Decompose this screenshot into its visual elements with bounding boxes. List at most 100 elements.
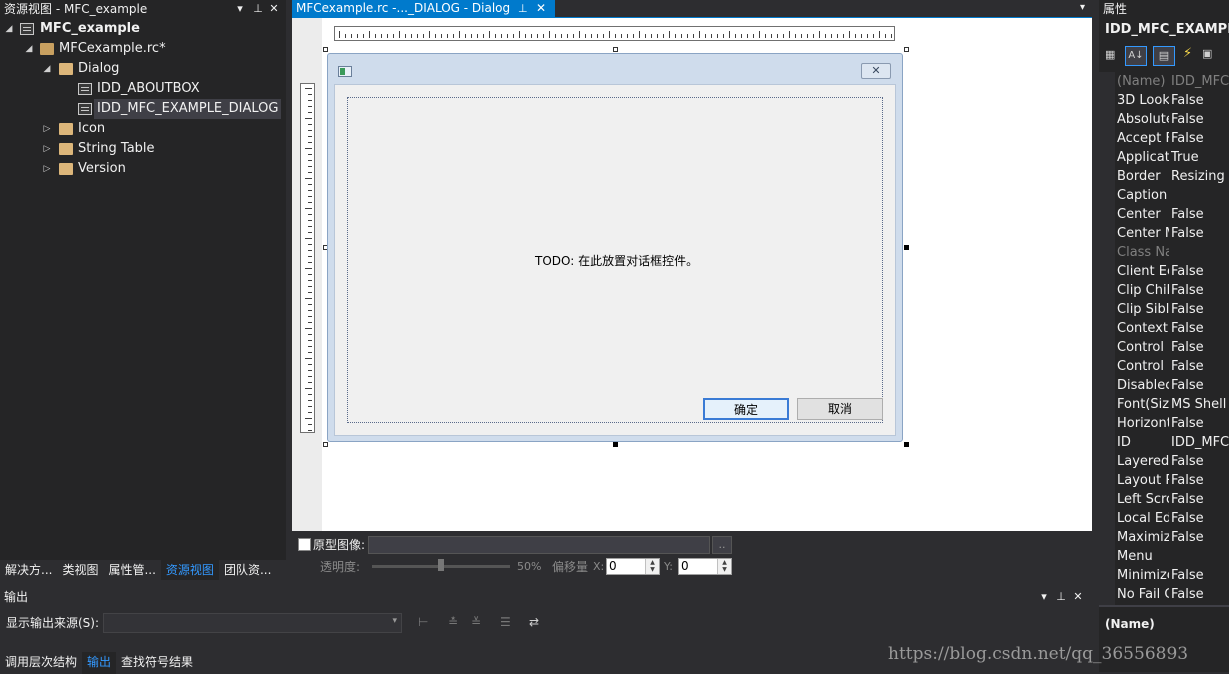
resize-handle[interactable] bbox=[613, 442, 618, 447]
word-wrap-icon[interactable]: ⇄ bbox=[529, 615, 539, 629]
clear-all-icon[interactable]: ☰ bbox=[500, 615, 511, 629]
offset-x-spinner[interactable]: 0 ▲ ▼ bbox=[606, 558, 660, 575]
tree-item-project[interactable]: ◢ MFC_example bbox=[0, 19, 286, 39]
property-row[interactable]: Client Ec False bbox=[1115, 262, 1229, 281]
property-value[interactable]: False bbox=[1171, 585, 1229, 604]
tab-team-explorer[interactable]: 团队资... bbox=[219, 560, 276, 580]
property-value[interactable]: False bbox=[1171, 509, 1229, 528]
dialog-close-icon[interactable]: ✕ bbox=[861, 63, 891, 79]
previous-message-icon[interactable]: ≛ bbox=[448, 615, 458, 629]
output-source-dropdown[interactable]: ▾ bbox=[103, 613, 402, 633]
collapse-icon[interactable]: ◢ bbox=[42, 59, 52, 79]
property-row[interactable]: Layout R False bbox=[1115, 471, 1229, 490]
property-row[interactable]: Menu bbox=[1115, 547, 1229, 566]
horizontal-ruler[interactable] bbox=[334, 26, 895, 41]
expand-icon[interactable]: ▷ bbox=[42, 159, 52, 179]
property-row[interactable]: ID IDD_MFC_ bbox=[1115, 433, 1229, 452]
property-row[interactable]: Applicat True bbox=[1115, 148, 1229, 167]
property-value[interactable]: False bbox=[1171, 91, 1229, 110]
property-row[interactable]: Layered False bbox=[1115, 452, 1229, 471]
expand-icon[interactable]: ▷ bbox=[42, 139, 52, 159]
tab-class-view[interactable]: 类视图 bbox=[57, 560, 103, 580]
property-value[interactable]: False bbox=[1171, 224, 1229, 243]
property-value[interactable]: False bbox=[1171, 471, 1229, 490]
property-value[interactable]: False bbox=[1171, 566, 1229, 585]
dialog-preview[interactable]: ✕ TODO: 在此放置对话框控件。 确定 取消 bbox=[327, 53, 903, 442]
find-message-icon[interactable]: ⊢ bbox=[418, 615, 428, 629]
property-value[interactable]: False bbox=[1171, 414, 1229, 433]
collapse-icon[interactable]: ◢ bbox=[4, 19, 14, 39]
spinner-arrows-icon[interactable]: ▲ ▼ bbox=[717, 559, 731, 574]
properties-icon[interactable]: ▤ bbox=[1153, 46, 1175, 66]
tree-item-main-dialog[interactable]: IDD_MFC_EXAMPLE_DIALOG bbox=[0, 99, 286, 119]
property-row[interactable]: Control False bbox=[1115, 357, 1229, 376]
property-row[interactable]: Left Scro False bbox=[1115, 490, 1229, 509]
property-row[interactable]: Class Na bbox=[1115, 243, 1229, 262]
categorized-icon[interactable]: ▦ bbox=[1105, 48, 1119, 62]
property-value[interactable]: IDD_MFC_ bbox=[1171, 72, 1229, 91]
resize-handle[interactable] bbox=[904, 245, 909, 250]
property-row[interactable]: Control False bbox=[1115, 338, 1229, 357]
property-row[interactable]: No Fail C False bbox=[1115, 585, 1229, 604]
ok-button[interactable]: 确定 bbox=[703, 398, 789, 420]
splitter[interactable] bbox=[1099, 605, 1229, 607]
property-value[interactable]: True bbox=[1171, 148, 1229, 167]
property-value[interactable]: False bbox=[1171, 528, 1229, 547]
resize-handle[interactable] bbox=[323, 442, 328, 447]
events-icon[interactable]: ⚡ bbox=[1183, 46, 1192, 61]
property-value[interactable]: False bbox=[1171, 357, 1229, 376]
property-row[interactable]: 3D Look False bbox=[1115, 91, 1229, 110]
tree-item-dialog-folder[interactable]: ◢ Dialog bbox=[0, 59, 286, 79]
dropdown-icon[interactable]: ▾ bbox=[1036, 588, 1052, 606]
property-value[interactable]: False bbox=[1171, 262, 1229, 281]
property-row[interactable]: Accept F False bbox=[1115, 129, 1229, 148]
property-value[interactable]: False bbox=[1171, 129, 1229, 148]
property-value[interactable]: False bbox=[1171, 319, 1229, 338]
collapse-icon[interactable]: ◢ bbox=[24, 39, 34, 59]
tree-item-rc-file[interactable]: ◢ MFCexample.rc* bbox=[0, 39, 286, 59]
tab-call-hierarchy[interactable]: 调用层次结构 bbox=[0, 652, 82, 674]
property-value[interactable]: Resizing bbox=[1171, 167, 1229, 186]
offset-y-spinner[interactable]: 0 ▲ ▼ bbox=[678, 558, 732, 575]
property-value[interactable]: False bbox=[1171, 338, 1229, 357]
tree-item-version-folder[interactable]: ▷ Version bbox=[0, 159, 286, 179]
tab-list-dropdown-icon[interactable]: ▾ bbox=[1080, 2, 1085, 13]
prototype-checkbox[interactable] bbox=[298, 538, 311, 551]
tree-item-icon-folder[interactable]: ▷ Icon bbox=[0, 119, 286, 139]
spinner-arrows-icon[interactable]: ▲ ▼ bbox=[645, 559, 659, 574]
property-row[interactable]: Clip Chil False bbox=[1115, 281, 1229, 300]
property-value[interactable]: False bbox=[1171, 490, 1229, 509]
close-icon[interactable]: ✕ bbox=[266, 0, 282, 18]
property-row[interactable]: Maximiz False bbox=[1115, 528, 1229, 547]
expand-icon[interactable]: ▷ bbox=[42, 119, 52, 139]
tab-property-manager[interactable]: 属性管... bbox=[103, 560, 160, 580]
resize-handle[interactable] bbox=[323, 47, 328, 52]
pin-icon[interactable]: ⊥ bbox=[1053, 588, 1069, 606]
todo-static-text[interactable]: TODO: 在此放置对话框控件。 bbox=[535, 252, 698, 269]
next-message-icon[interactable]: ≚ bbox=[471, 615, 481, 629]
resize-handle[interactable] bbox=[904, 47, 909, 52]
property-value[interactable]: False bbox=[1171, 376, 1229, 395]
property-value[interactable]: False bbox=[1171, 452, 1229, 471]
pin-icon[interactable]: ⊥ bbox=[518, 0, 528, 17]
close-icon[interactable]: ✕ bbox=[536, 0, 546, 17]
property-row[interactable]: Local Ed False bbox=[1115, 509, 1229, 528]
tab-dialog-editor[interactable]: MFCexample.rc -..._DIALOG - Dialog ⊥ ✕ bbox=[292, 0, 555, 18]
tree-item-string-table-folder[interactable]: ▷ String Table bbox=[0, 139, 286, 159]
resize-handle[interactable] bbox=[613, 47, 618, 52]
tab-solution-explorer[interactable]: 解决方... bbox=[0, 560, 57, 580]
pin-icon[interactable]: ⊥ bbox=[250, 0, 266, 18]
close-icon[interactable]: ✕ bbox=[1070, 588, 1086, 606]
property-row[interactable]: Center MFalse bbox=[1115, 224, 1229, 243]
prototype-path-field[interactable] bbox=[368, 536, 710, 554]
vertical-ruler[interactable] bbox=[300, 83, 315, 433]
tab-find-symbol-results[interactable]: 查找符号结果 bbox=[116, 652, 198, 674]
tab-output[interactable]: 输出 bbox=[82, 652, 117, 674]
property-row[interactable]: Absolute False bbox=[1115, 110, 1229, 129]
property-row[interactable]: Caption bbox=[1115, 186, 1229, 205]
property-row[interactable]: Context False bbox=[1115, 319, 1229, 338]
property-value[interactable]: False bbox=[1171, 281, 1229, 300]
alphabetical-icon[interactable]: A↓ bbox=[1125, 46, 1147, 66]
dropdown-icon[interactable]: ▾ bbox=[232, 0, 248, 18]
property-value[interactable]: IDD_MFC_ bbox=[1171, 433, 1229, 452]
